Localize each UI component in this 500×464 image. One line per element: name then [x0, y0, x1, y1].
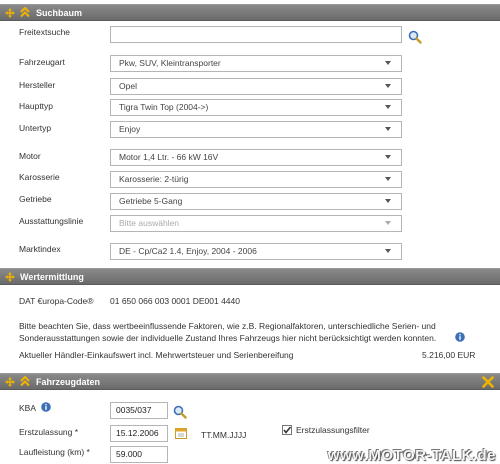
laufleistung-input[interactable]: 59.000	[110, 446, 168, 463]
freitext-label: Freitextsuche	[19, 27, 71, 37]
move-icon[interactable]	[5, 8, 15, 18]
hersteller-value: Opel	[119, 81, 137, 91]
motor-select[interactable]: Motor 1,4 Ltr. - 66 kW 16V	[110, 149, 402, 166]
untertyp-label: Untertyp	[19, 123, 52, 133]
dat-label: DAT €uropa-Code®	[19, 296, 94, 306]
untertyp-value: Enjoy	[119, 124, 141, 134]
move-icon[interactable]	[5, 272, 15, 282]
wertermittlung-header: Wertermittlung	[0, 268, 500, 285]
motor-label: Motor	[19, 151, 41, 161]
kba-label: KBA	[19, 403, 37, 413]
marktindex-select[interactable]: DE - Cp/Ca2 1.4, Enjoy, 2004 - 2006	[110, 243, 402, 260]
erstzulassung-label: Erstzulassung *	[19, 427, 79, 437]
kba-input[interactable]: 0035/037	[110, 402, 168, 419]
marktindex-value: DE - Cp/Ca2 1.4, Enjoy, 2004 - 2006	[119, 246, 257, 256]
motor-value: Motor 1,4 Ltr. - 66 kW 16V	[119, 152, 219, 162]
fahrzeugdaten-header: Fahrzeugdaten	[0, 373, 500, 390]
collapse-icon[interactable]	[20, 376, 30, 387]
hersteller-label: Hersteller	[19, 80, 56, 90]
calendar-icon[interactable]	[175, 427, 187, 439]
info-icon[interactable]	[41, 402, 51, 412]
chevron-down-icon	[385, 84, 391, 88]
chevron-down-icon	[385, 105, 391, 109]
karosserie-value: Karosserie: 2-türig	[119, 174, 189, 184]
chevron-down-icon	[385, 61, 391, 65]
erstzulassungsfilter-checkbox[interactable]	[282, 425, 292, 435]
note-line-1: Bitte beachten Sie, dass wertbeeinflusse…	[19, 321, 436, 331]
haupttyp-select[interactable]: Tigra Twin Top (2004->)	[110, 99, 402, 116]
fahrzeugart-label: Fahrzeugart	[19, 57, 65, 67]
karosserie-label: Karosserie	[19, 172, 60, 182]
suchbaum-title: Suchbaum	[36, 8, 83, 18]
date-format-hint: TT.MM.JJJJ	[201, 430, 247, 440]
erstzulassungsfilter-label: Erstzulassungsfilter	[296, 425, 370, 435]
fahrzeugart-value: Pkw, SUV, Kleintransporter	[119, 58, 221, 68]
move-icon[interactable]	[5, 377, 15, 387]
check-icon	[283, 426, 292, 434]
suchbaum-header: Suchbaum	[0, 4, 500, 21]
chevron-down-icon	[385, 199, 391, 203]
haupttyp-value: Tigra Twin Top (2004->)	[119, 102, 209, 112]
watermark: www.MOTOR-TALK.de	[327, 447, 496, 464]
getriebe-label: Getriebe	[19, 194, 52, 204]
chevron-down-icon	[385, 155, 391, 159]
price-value: 5.216,00 EUR	[422, 350, 476, 360]
laufleistung-label: Laufleistung (km) *	[19, 447, 90, 457]
untertyp-select[interactable]: Enjoy	[110, 121, 402, 138]
getriebe-select[interactable]: Getriebe 5-Gang	[110, 193, 402, 210]
hersteller-select[interactable]: Opel	[110, 78, 402, 95]
chevron-down-icon	[385, 221, 391, 225]
erstzulassung-input[interactable]: 15.12.2006	[110, 425, 168, 442]
dat-code: 01 650 066 003 0001 DE001 4440	[110, 296, 240, 306]
note-line-2: Sonderausstattungen sowie der individuel…	[19, 333, 437, 343]
price-label: Aktueller Händler-Einkaufswert incl. Meh…	[19, 350, 294, 360]
fahrzeugart-select[interactable]: Pkw, SUV, Kleintransporter	[110, 55, 402, 72]
chevron-down-icon	[385, 127, 391, 131]
close-icon[interactable]	[482, 376, 494, 388]
ausstattungslinie-value: Bitte auswählen	[119, 218, 180, 228]
collapse-icon[interactable]	[20, 7, 30, 18]
ausstattungslinie-label: Ausstattungslinie	[19, 216, 84, 226]
marktindex-label: Marktindex	[19, 244, 61, 254]
ausstattungslinie-select[interactable]: Bitte auswählen	[110, 215, 402, 232]
wertermittlung-title: Wertermittlung	[20, 272, 84, 282]
chevron-down-icon	[385, 177, 391, 181]
chevron-down-icon	[385, 249, 391, 253]
fahrzeugdaten-title: Fahrzeugdaten	[36, 377, 101, 387]
kba-search-icon[interactable]	[173, 405, 187, 419]
karosserie-select[interactable]: Karosserie: 2-türig	[110, 171, 402, 188]
info-icon[interactable]	[455, 332, 465, 342]
search-icon[interactable]	[408, 30, 422, 44]
haupttyp-label: Haupttyp	[19, 101, 54, 111]
freitext-search-input[interactable]	[110, 26, 402, 43]
getriebe-value: Getriebe 5-Gang	[119, 196, 183, 206]
